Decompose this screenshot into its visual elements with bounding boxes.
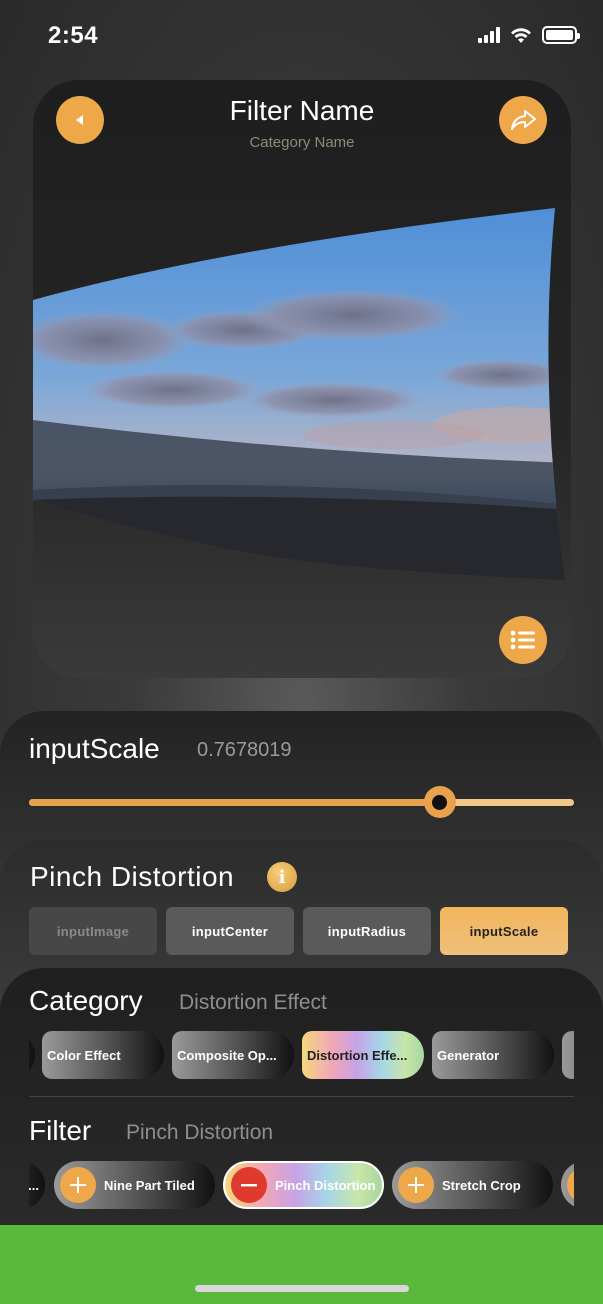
- info-icon[interactable]: i: [267, 862, 297, 892]
- bottom-bar: [0, 1225, 603, 1304]
- filter-chip-pinch-distortion[interactable]: Pinch Distortion: [223, 1161, 384, 1209]
- tab-input-radius[interactable]: inputRadius: [303, 907, 431, 955]
- tab-input-center[interactable]: inputCenter: [166, 907, 294, 955]
- status-icons: [478, 26, 580, 44]
- filter-label: Filter: [29, 1115, 92, 1146]
- parameter-name: inputScale: [29, 733, 160, 764]
- filter-chip-partial[interactable]: ...: [29, 1161, 45, 1209]
- tab-input-scale[interactable]: inputScale: [440, 907, 568, 955]
- slider-fill: [29, 799, 440, 806]
- plus-icon[interactable]: [398, 1167, 434, 1203]
- plus-icon[interactable]: [60, 1167, 96, 1203]
- preview-card: Filter Name Category Name: [33, 80, 571, 678]
- filter-name-title: Filter Name: [229, 95, 375, 126]
- filter-chip-label: Nine Part Tiled: [104, 1177, 195, 1193]
- selected-category: Distortion Effect: [179, 991, 327, 1014]
- category-chip-color-effect[interactable]: Color Effect: [42, 1031, 164, 1079]
- category-chip-partial[interactable]: [29, 1031, 35, 1079]
- battery-icon: [542, 26, 580, 44]
- status-bar: 2:54: [0, 0, 603, 70]
- home-indicator[interactable]: [195, 1285, 409, 1292]
- selected-filter: Pinch Distortion: [126, 1121, 274, 1144]
- filter-chip-stretch-crop[interactable]: Stretch Crop: [392, 1161, 553, 1209]
- divider: [29, 1096, 574, 1097]
- list-button[interactable]: [499, 616, 547, 664]
- parameter-tabs: inputImage inputCenter inputRadius input…: [29, 907, 568, 955]
- category-label: Category: [29, 985, 143, 1016]
- filter-chip-partial-right[interactable]: [561, 1161, 574, 1209]
- filtered-photo-preview: [33, 208, 565, 580]
- status-time: 2:54: [48, 22, 99, 49]
- list-icon: [510, 630, 535, 650]
- wifi-icon: [511, 28, 531, 43]
- share-button[interactable]: [499, 96, 547, 144]
- filter-heading: Pinch Distortion: [30, 861, 235, 892]
- minus-icon[interactable]: [231, 1167, 267, 1203]
- slider-thumb[interactable]: [423, 786, 456, 818]
- category-chip-composite-operation[interactable]: Composite Op...: [172, 1031, 294, 1079]
- tab-input-image[interactable]: inputImage: [29, 907, 157, 955]
- filter-chip-nine-part-tiled[interactable]: Nine Part Tiled: [54, 1161, 215, 1209]
- plus-icon[interactable]: [567, 1167, 574, 1203]
- filter-chip-label: Stretch Crop: [442, 1177, 521, 1193]
- filter-chip-label: Pinch Distortion: [275, 1177, 376, 1193]
- category-name-subtitle: Category Name: [249, 134, 355, 151]
- category-filter-panel: Category Distortion Effect Color Effect …: [0, 968, 603, 1230]
- share-arrow-icon: [511, 110, 536, 130]
- category-chips: Color Effect Composite Op... Distortion …: [29, 1031, 574, 1079]
- parameter-value: 0.7678019: [197, 739, 292, 761]
- category-chip-distortion-effect[interactable]: Distortion Effe...: [302, 1031, 424, 1079]
- category-chip-partial-right[interactable]: [562, 1031, 574, 1079]
- parameter-slider[interactable]: [29, 786, 574, 818]
- filter-chips: ... Nine Part Tiled Pinch Distortion Str…: [29, 1161, 574, 1209]
- category-chip-generator[interactable]: Generator: [432, 1031, 554, 1079]
- cellular-signal-icon: [478, 27, 500, 43]
